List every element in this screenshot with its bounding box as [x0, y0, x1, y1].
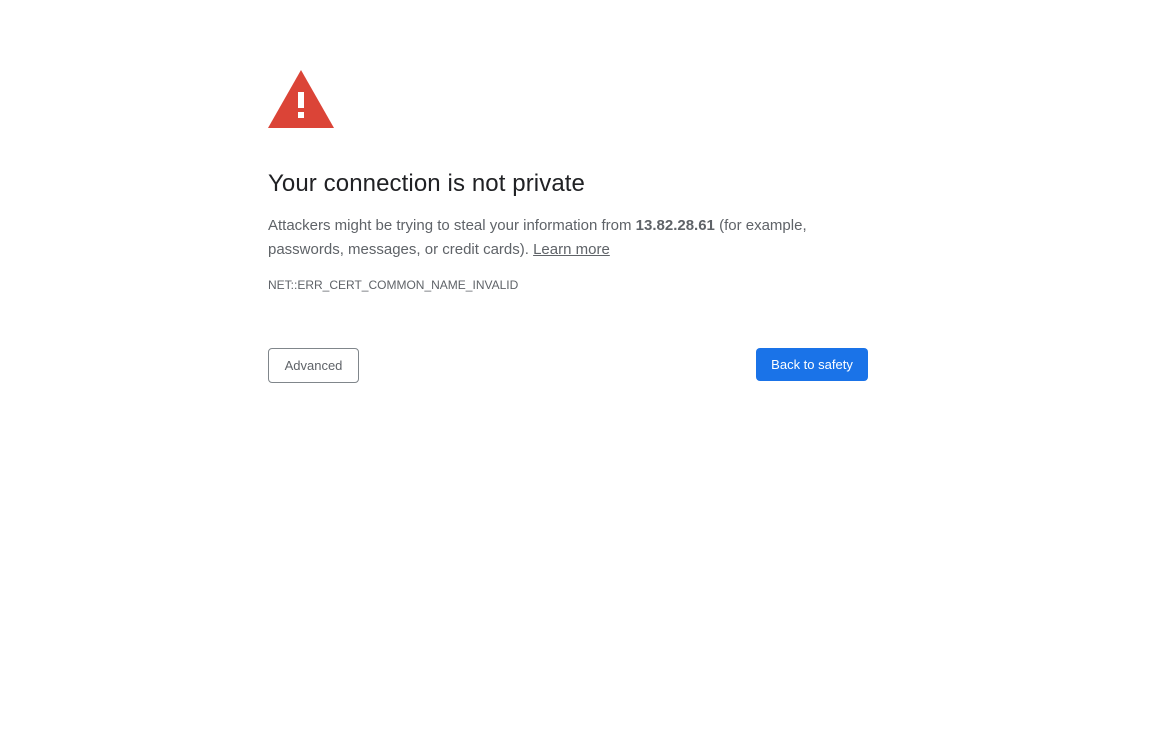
warning-triangle-icon: [268, 70, 334, 128]
interstitial-page: Your connection is not private Attackers…: [0, 0, 1176, 734]
host-address: 13.82.28.61: [635, 217, 715, 234]
error-code: NET::ERR_CERT_COMMON_NAME_INVALID: [268, 278, 519, 292]
advanced-button[interactable]: Advanced: [268, 348, 359, 383]
learn-more-link[interactable]: Learn more: [533, 241, 610, 258]
warning-message: Attackers might be trying to steal your …: [268, 214, 868, 262]
page-title: Your connection is not private: [268, 170, 585, 197]
interstitial-content: Your connection is not private Attackers…: [268, 70, 868, 383]
back-to-safety-button[interactable]: Back to safety: [756, 348, 868, 381]
message-text-before-host: Attackers might be trying to steal your …: [268, 217, 636, 234]
